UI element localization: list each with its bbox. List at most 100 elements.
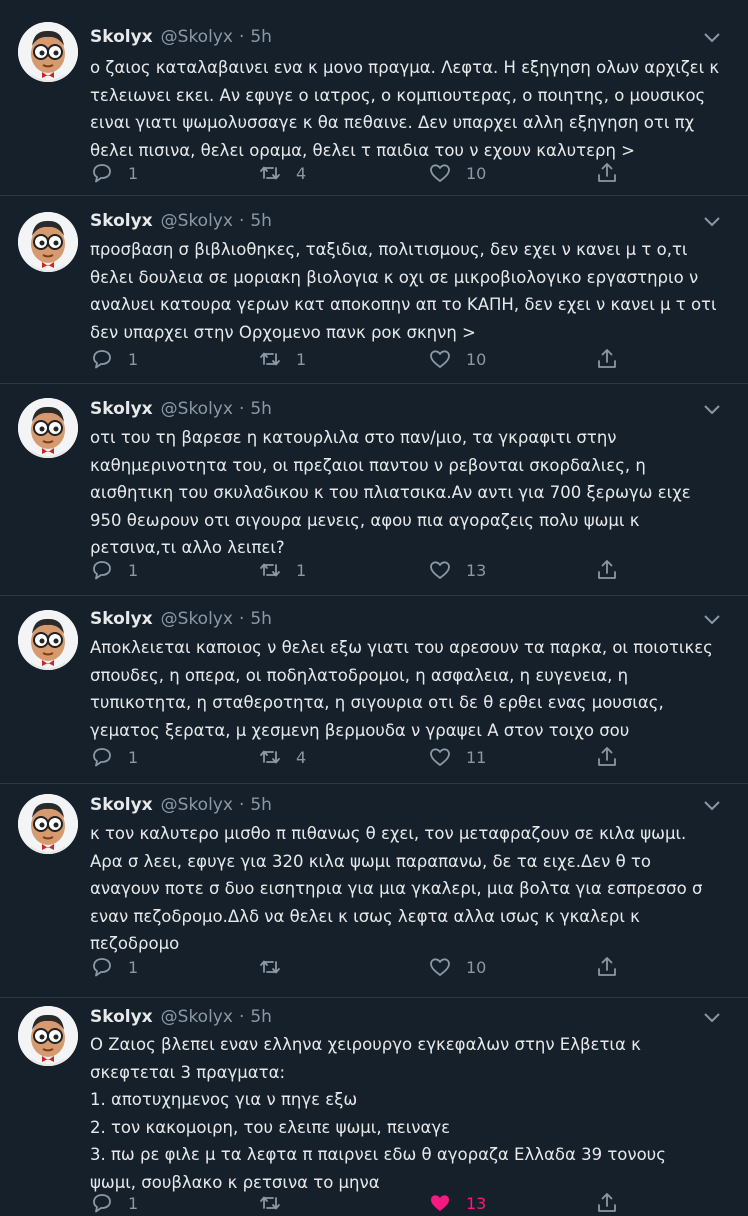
username[interactable]: @Skolyx — [161, 795, 233, 815]
tweet[interactable]: Skolyx @Skolyx · 5h ο ζαιος καταλαβαινει… — [0, 0, 748, 196]
avatar[interactable] — [18, 794, 78, 854]
reply-count: 1 — [128, 1193, 139, 1213]
retweet-count: 4 — [296, 163, 307, 183]
reply-button[interactable]: 1 — [90, 1190, 138, 1216]
retweet-icon — [260, 352, 280, 366]
reply-count: 1 — [128, 163, 139, 183]
avatar[interactable] — [18, 398, 78, 458]
retweet-button[interactable] — [258, 1190, 296, 1216]
timestamp[interactable]: 5h — [250, 609, 272, 629]
heart-icon — [430, 350, 450, 368]
share-button[interactable] — [595, 744, 619, 770]
heart-icon — [430, 164, 450, 182]
retweet-button[interactable]: 4 — [258, 744, 306, 770]
like-button[interactable]: 10 — [428, 160, 486, 186]
share-button[interactable] — [595, 160, 619, 186]
retweet-button[interactable] — [258, 954, 296, 980]
like-button[interactable]: 10 — [428, 346, 486, 372]
separator-dot: · — [238, 1007, 245, 1027]
share-button[interactable] — [595, 557, 619, 583]
avatar[interactable] — [18, 1006, 78, 1066]
like-button[interactable]: 13 — [428, 1190, 486, 1216]
share-button[interactable] — [595, 346, 619, 372]
reply-button[interactable]: 1 — [90, 346, 138, 372]
tweet-text-line: αναλυει κατουρα γερων κατ αποκοπην απ το… — [90, 295, 717, 314]
reply-count: 1 — [128, 957, 139, 977]
reply-button[interactable]: 1 — [90, 557, 138, 583]
timestamp[interactable]: 5h — [250, 1007, 272, 1027]
reply-button[interactable]: 1 — [90, 954, 138, 980]
separator-dot: · — [238, 399, 245, 419]
retweet-button[interactable]: 1 — [258, 557, 306, 583]
username[interactable]: @Skolyx — [161, 27, 233, 47]
share-button[interactable] — [595, 954, 619, 980]
tweet-actions: 1 1 13 — [90, 557, 630, 583]
timestamp[interactable]: 5h — [250, 795, 272, 815]
tweet-header: Skolyx @Skolyx · 5h — [90, 208, 272, 234]
heart-icon — [431, 1195, 449, 1211]
username[interactable]: @Skolyx — [161, 609, 233, 629]
chevron-down-icon[interactable] — [702, 214, 722, 228]
retweet-button[interactable]: 1 — [258, 346, 306, 372]
timestamp[interactable]: 5h — [250, 211, 272, 231]
tweet-text-line: προσβαση σ βιβλιοθηκες, ταξιδια, πολιτισ… — [90, 240, 688, 259]
retweet-button[interactable]: 4 — [258, 160, 306, 186]
tweet-text-line: σπουδες, η οπερα, οι ποδηλατοδρομοι, η α… — [90, 665, 629, 685]
tweet-text-line: ειναι γιατι ψωμολυσσαγε κ θα πεθαινε. Δε… — [90, 113, 695, 132]
retweet-count: 1 — [296, 349, 307, 369]
display-name[interactable]: Skolyx — [90, 211, 153, 231]
tweet-text-line: 2. τον κακομοιρη, του ελειπε ψωμι, πεινα… — [90, 1117, 451, 1137]
tweet-text-line: ο ζαιος καταλαβαινει ενα κ μονο πραγμα. … — [90, 58, 720, 77]
cartoon-avatar-icon — [18, 212, 78, 272]
chevron-down-icon[interactable] — [702, 402, 722, 416]
chevron-down-icon[interactable] — [702, 798, 722, 812]
tweet[interactable]: Skolyx @Skolyx · 5h Ο Ζαιος βλεπει εναν … — [0, 998, 748, 1213]
reply-button[interactable]: 1 — [90, 160, 138, 186]
avatar[interactable] — [18, 610, 78, 670]
display-name[interactable]: Skolyx — [90, 1007, 153, 1027]
separator-dot: · — [238, 211, 245, 231]
display-name[interactable]: Skolyx — [90, 609, 153, 629]
tweet[interactable]: Skolyx @Skolyx · 5h προσβαση σ βιβλιοθηκ… — [0, 196, 748, 384]
reply-count: 1 — [128, 560, 139, 580]
like-count: 11 — [466, 747, 487, 767]
display-name[interactable]: Skolyx — [90, 399, 153, 419]
display-name[interactable]: Skolyx — [90, 27, 153, 47]
retweet-count: 1 — [296, 560, 307, 580]
tweet-text-line: 1. αποτυχημενος για ν πηγε εξω — [90, 1090, 358, 1109]
reply-button[interactable]: 1 — [90, 744, 138, 770]
share-upload-icon — [598, 1193, 616, 1212]
timestamp[interactable]: 5h — [250, 27, 272, 47]
chevron-down-icon[interactable] — [702, 612, 722, 626]
tweet-text-line: αναγουν ποτε σ δυο εισητηρια για μια γκα… — [90, 879, 703, 898]
like-count: 10 — [466, 163, 487, 183]
tweet-text-line: τελειωνει εκει. Αν εφυγε ο ιατρος, ο κομ… — [90, 85, 706, 105]
chevron-down-icon[interactable] — [702, 30, 722, 44]
avatar[interactable] — [18, 212, 78, 272]
username[interactable]: @Skolyx — [161, 211, 233, 231]
tweet[interactable]: Skolyx @Skolyx · 5h οτι του τη βαρεσε η … — [0, 384, 748, 596]
username[interactable]: @Skolyx — [161, 399, 233, 419]
like-button[interactable]: 11 — [428, 744, 486, 770]
like-button[interactable]: 10 — [428, 954, 486, 980]
tweet-text-line: σκεφτεται 3 πραγματα: — [90, 1062, 286, 1082]
like-count: 13 — [466, 560, 487, 580]
tweet-text: προσβαση σ βιβλιοθηκες, ταξιδια, πολιτισ… — [90, 236, 730, 346]
tweet-text-line: οτι του τη βαρεσε η κατουρλιλα στο παν/μ… — [90, 428, 617, 447]
retweet-icon — [260, 1196, 280, 1210]
tweet-actions: 1 4 11 — [90, 744, 630, 770]
tweet[interactable]: Skolyx @Skolyx · 5h κ τον καλυτερο μισθο… — [0, 784, 748, 998]
cartoon-avatar-icon — [18, 398, 78, 458]
like-button[interactable]: 13 — [428, 557, 486, 583]
avatar[interactable] — [18, 22, 78, 82]
retweet-icon — [260, 563, 280, 577]
display-name[interactable]: Skolyx — [90, 795, 153, 815]
chevron-down-icon[interactable] — [702, 1010, 722, 1024]
tweet[interactable]: Skolyx @Skolyx · 5h Αποκλειεται καποιος … — [0, 596, 748, 784]
comment-bubble-icon — [93, 958, 111, 977]
comment-bubble-icon — [93, 350, 111, 369]
username[interactable]: @Skolyx — [161, 1007, 233, 1027]
share-button[interactable] — [595, 1190, 619, 1216]
timestamp[interactable]: 5h — [250, 399, 272, 419]
comment-bubble-icon — [93, 1194, 111, 1213]
